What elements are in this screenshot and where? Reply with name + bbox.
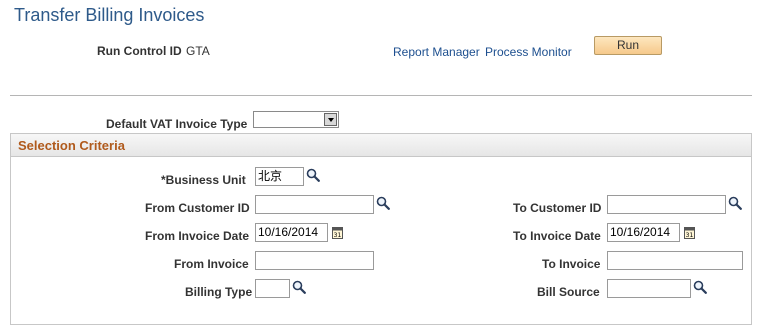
svg-text:31: 31 bbox=[334, 232, 342, 239]
magnifier-icon[interactable] bbox=[693, 280, 707, 294]
to-invoice-date-label: To Invoice Date bbox=[513, 229, 601, 243]
bill-source-label: Bill Source bbox=[537, 285, 600, 299]
report-manager-link[interactable]: Report Manager bbox=[393, 45, 480, 59]
calendar-icon[interactable]: 31 bbox=[332, 226, 343, 239]
from-invoice-input[interactable] bbox=[255, 251, 374, 270]
from-customer-id-input[interactable] bbox=[255, 195, 374, 214]
from-customer-id-label: From Customer ID bbox=[145, 201, 250, 215]
magnifier-icon[interactable] bbox=[292, 280, 306, 294]
from-invoice-label: From Invoice bbox=[174, 257, 249, 271]
from-invoice-date-input[interactable]: 10/16/2014 bbox=[255, 223, 328, 242]
business-unit-label: *Business Unit bbox=[161, 173, 246, 187]
from-invoice-date-label: From Invoice Date bbox=[145, 229, 250, 243]
run-control-label: Run Control ID bbox=[97, 44, 182, 58]
to-invoice-date-input[interactable]: 10/16/2014 bbox=[607, 223, 680, 242]
process-monitor-link[interactable]: Process Monitor bbox=[485, 45, 572, 59]
to-invoice-label: To Invoice bbox=[542, 257, 601, 271]
to-customer-id-label: To Customer ID bbox=[513, 201, 602, 215]
business-unit-input[interactable]: 北京 bbox=[255, 167, 304, 186]
magnifier-icon[interactable] bbox=[306, 168, 320, 182]
run-control-value: GTA bbox=[186, 44, 210, 58]
divider bbox=[10, 95, 752, 96]
selection-criteria-title: Selection Criteria bbox=[18, 138, 125, 153]
svg-text:31: 31 bbox=[686, 232, 694, 239]
page-title: Transfer Billing Invoices bbox=[14, 5, 205, 25]
magnifier-icon[interactable] bbox=[728, 196, 742, 210]
bill-source-input[interactable] bbox=[607, 279, 691, 298]
to-customer-id-input[interactable] bbox=[607, 195, 726, 214]
magnifier-icon[interactable] bbox=[376, 196, 390, 210]
billing-type-input[interactable] bbox=[255, 279, 290, 298]
vat-invoice-type-select[interactable] bbox=[253, 111, 339, 128]
chevron-down-icon bbox=[324, 113, 337, 126]
to-invoice-input[interactable] bbox=[607, 251, 743, 270]
calendar-icon[interactable]: 31 bbox=[684, 226, 695, 239]
billing-type-label: Billing Type bbox=[185, 285, 253, 299]
run-button[interactable]: Run bbox=[594, 36, 662, 55]
vat-invoice-type-label: Default VAT Invoice Type bbox=[106, 117, 248, 131]
